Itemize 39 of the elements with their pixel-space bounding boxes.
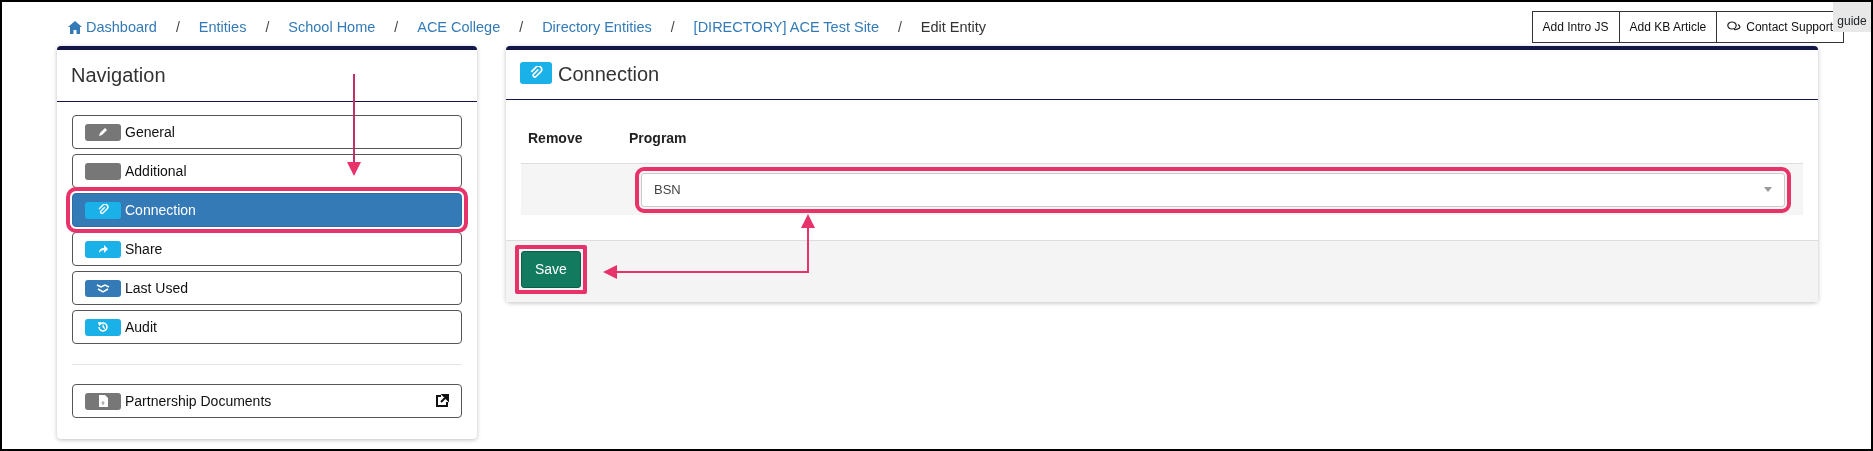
card-title: Navigation [57,50,477,102]
breadcrumb-current: Edit Entity [920,17,987,37]
history-icon [85,318,121,336]
nav-item[interactable]: Share [72,232,462,266]
card-title: Connection [558,62,660,87]
nav-item[interactable]: Audit [72,310,462,344]
handshake-icon [85,279,121,297]
breadcrumb-separator: / [896,18,903,37]
document-icon [85,392,121,410]
column-header: Program [629,128,687,148]
nav-item[interactable]: Additional [72,154,462,188]
home-icon [68,21,82,34]
breadcrumb-link[interactable]: Directory Entities [542,16,652,39]
breadcrumb-link[interactable]: Entities [198,16,247,39]
toolbar-button[interactable]: Add Intro JS [1531,11,1620,43]
column-header: Remove [527,128,584,148]
breadcrumb-separator: / [518,18,525,37]
breadcrumb-separator: / [174,18,181,37]
share-icon [85,240,121,258]
breadcrumb-separator: / [264,18,271,37]
nav-link[interactable]: Partnership Documents [72,384,462,418]
save-button[interactable]: Save [521,251,581,288]
nav-item[interactable]: Last Used [72,271,462,305]
nav-item[interactable]: General [72,115,462,149]
breadcrumb-link[interactable]: ACE College [417,16,501,39]
pencil-icon [85,123,121,141]
breadcrumb-link[interactable]: Dashboard [68,16,157,39]
external-link-icon [435,394,449,408]
chat-icon [1727,21,1742,33]
caret-icon [1764,187,1772,192]
paperclip-icon [85,201,121,219]
breadcrumb-separator: / [393,18,400,37]
breadcrumb-separator: / [669,18,676,37]
paperclip-icon [520,61,552,84]
guide-tab[interactable]: guide [1833,2,1871,32]
breadcrumb-link[interactable]: School Home [288,16,376,39]
toolbar-button[interactable]: Add KB Article [1618,11,1718,43]
breadcrumb-link[interactable]: [DIRECTORY] ACE Test Site [693,16,879,39]
blank-icon [85,162,121,180]
